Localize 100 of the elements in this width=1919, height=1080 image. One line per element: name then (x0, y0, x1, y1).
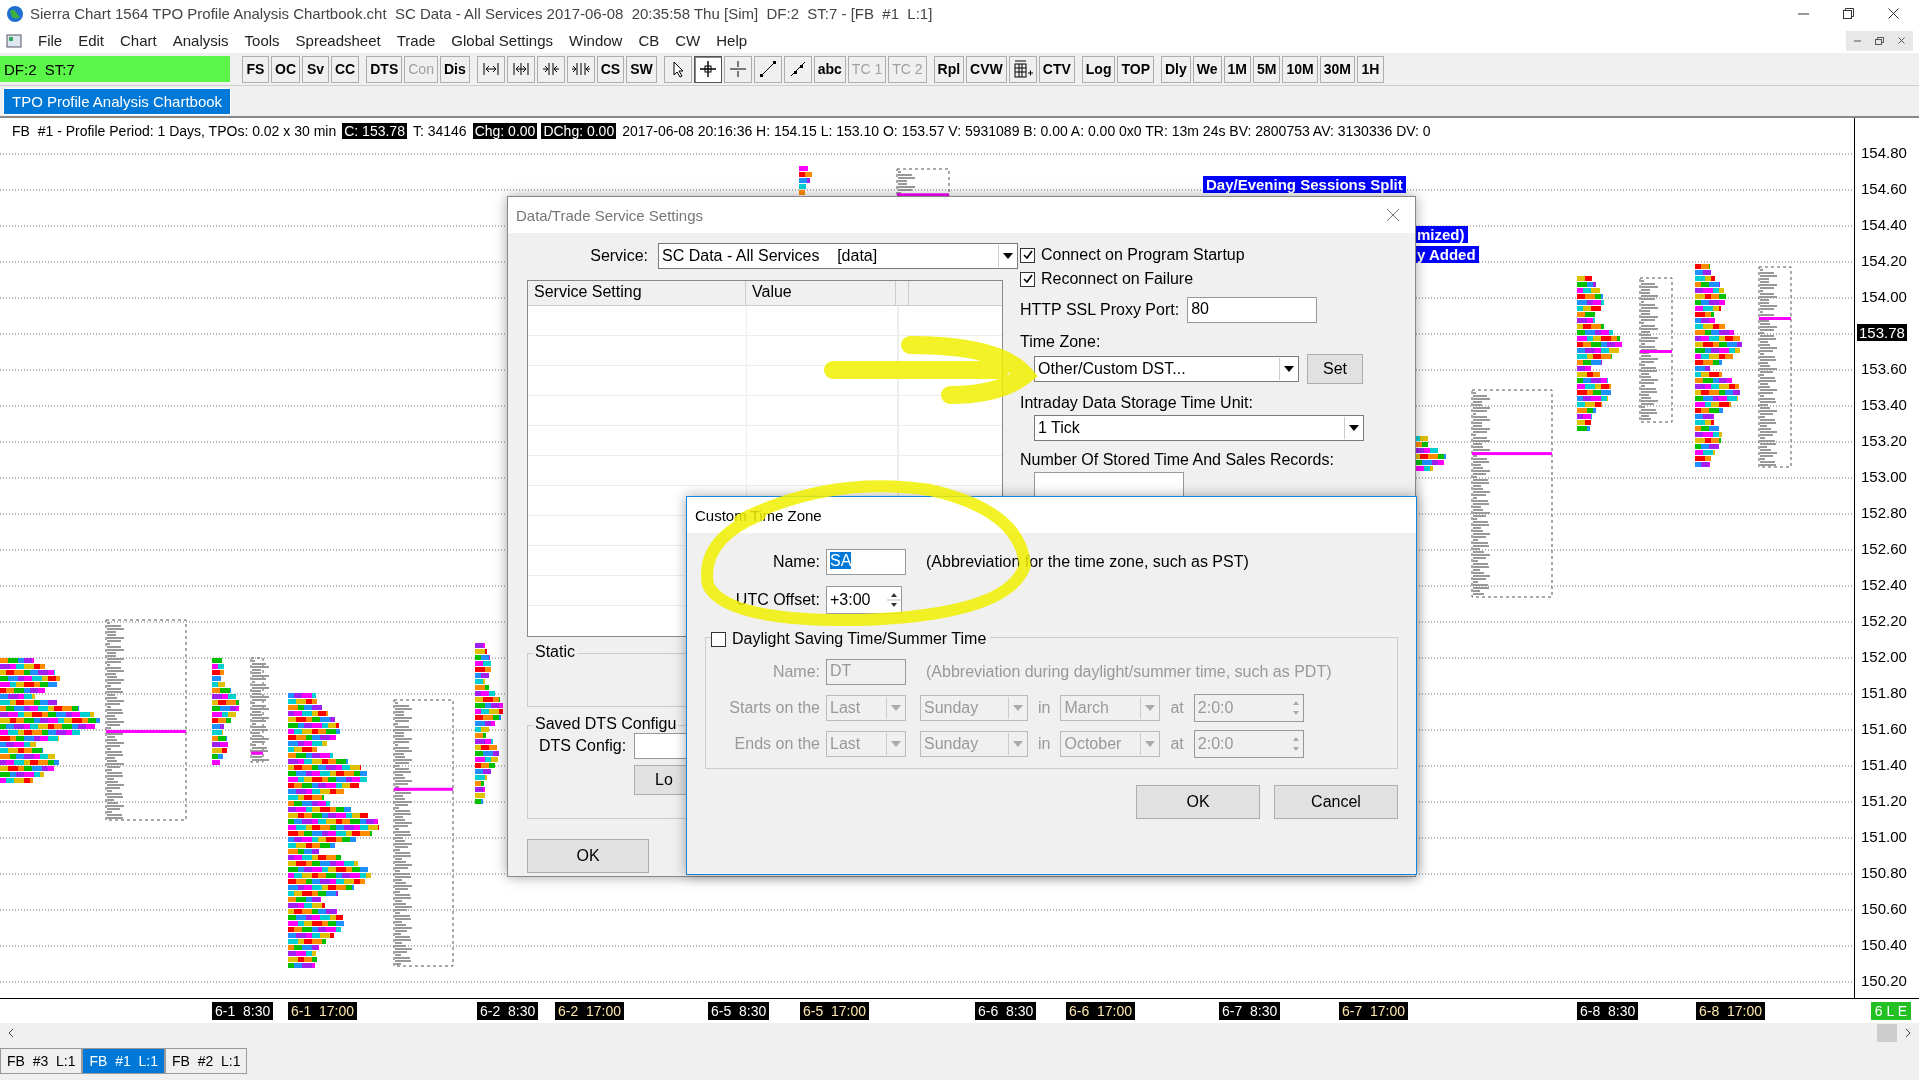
checkbox[interactable] (1020, 271, 1035, 287)
toolbar-button[interactable]: OC (271, 55, 300, 83)
ok-button[interactable]: OK (1136, 785, 1260, 819)
chart-tab[interactable]: FB #2 L:1 (164, 1048, 248, 1075)
hint-text: (Abbreviation during daylight/summer time, such as PDT) (926, 663, 1332, 681)
minimize-icon (1798, 12, 1809, 15)
checkbox-label: Connect on Program Startup (1041, 246, 1245, 264)
menu-item[interactable]: Edit (70, 32, 113, 50)
field-label: in (1037, 699, 1052, 717)
price-label: 152.00 (1860, 647, 1908, 665)
menu-item[interactable]: Trade (388, 32, 444, 50)
cancel-button[interactable]: Cancel (1274, 785, 1398, 819)
price-label: 153.40 (1860, 395, 1908, 413)
toolbar-button[interactable] (663, 55, 692, 83)
menu-item[interactable]: Help (708, 32, 756, 50)
column-header[interactable]: Service Setting (528, 281, 746, 305)
price-label: 151.60 (1860, 719, 1908, 737)
chart-tab[interactable]: FB #3 L:1 (0, 1048, 83, 1075)
input-field[interactable]: SA (826, 549, 906, 575)
toolbar-button[interactable]: 1H (1356, 55, 1384, 83)
toolbar-button[interactable] (1008, 55, 1037, 83)
toolbar-button[interactable]: Rpl (933, 55, 965, 83)
scroll-thumb[interactable] (1877, 1024, 1897, 1043)
toolbar-button[interactable] (693, 55, 722, 83)
price-label: 154.20 (1860, 251, 1908, 269)
minimize-icon (1854, 39, 1861, 42)
toolbar-button[interactable]: SW (626, 55, 657, 83)
document-icon (6, 32, 22, 49)
set-button[interactable]: Set (1307, 354, 1363, 384)
toolbar-button[interactable]: Sv (302, 55, 329, 83)
price-label: 150.20 (1860, 971, 1908, 989)
time-label: 6-5 8:30 (708, 1001, 770, 1020)
price-label: 152.80 (1860, 503, 1908, 521)
chartbook-tab[interactable]: TPO Profile Analysis Chartbook (3, 87, 232, 115)
ok-button[interactable]: OK (527, 839, 649, 873)
toolbar-button[interactable]: CTV (1038, 55, 1075, 83)
toolbar-button[interactable]: 30M (1319, 55, 1355, 83)
menu-item[interactable]: File (30, 32, 71, 50)
toolbar-button[interactable]: CVW (966, 55, 1007, 83)
caret-icon (1003, 253, 1013, 259)
info-text: T: 34146 (411, 122, 468, 139)
service-dropdown[interactable]: SC Data - All Services [data] (658, 243, 1018, 269)
caret-icon (891, 741, 901, 747)
status-badge: 6 L E (1870, 1001, 1911, 1020)
utc-offset-spinner[interactable]: +3:00 (826, 586, 902, 614)
menu-item[interactable]: Analysis (164, 32, 237, 50)
toolbar-button[interactable]: 1M (1223, 55, 1251, 83)
field-label: Ends on the (733, 735, 820, 753)
menu-item[interactable]: CW (667, 32, 709, 50)
time-zone-dropdown[interactable]: Other/Custom DST... (1034, 356, 1299, 382)
chart-tab[interactable]: FB #1 L:1 (82, 1048, 165, 1075)
toolbar-button[interactable]: Log (1081, 55, 1116, 83)
toolbar-button[interactable]: 10M (1282, 55, 1318, 83)
checkbox[interactable] (711, 631, 726, 647)
toolbar-button[interactable] (783, 55, 812, 83)
input-field[interactable] (1034, 472, 1184, 498)
menu-item[interactable]: Chart (112, 32, 165, 50)
price-label: 154.40 (1860, 215, 1908, 233)
info-text: DChg: 0.00 (541, 122, 617, 139)
menu-item[interactable]: Spreadsheet (287, 32, 389, 50)
toolbar-button[interactable]: We (1192, 55, 1222, 83)
toolbar-button[interactable]: FS (242, 55, 269, 83)
time-label: 6-2 17:00 (555, 1001, 625, 1020)
toolbar-button[interactable]: Dis (439, 55, 470, 83)
price-label: 154.80 (1860, 143, 1908, 161)
toolbar-button[interactable]: DTS (366, 55, 403, 83)
toolbar-button[interactable]: TOP (1117, 55, 1154, 83)
field-label: in (1037, 735, 1052, 753)
caret-icon (1013, 705, 1023, 711)
field-label: at (1169, 735, 1185, 753)
field-label: UTC Offset: (734, 591, 820, 609)
toolbar-button[interactable]: abc (813, 55, 846, 83)
menu-item[interactable]: Window (561, 32, 631, 50)
menu-item[interactable]: Tools (236, 32, 288, 50)
input-field[interactable]: 80 (1187, 297, 1318, 323)
storage-unit-dropdown[interactable]: 1 Tick (1034, 415, 1364, 441)
field-label: Name: (771, 663, 820, 681)
price-label: 153.20 (1860, 431, 1908, 449)
menu-item[interactable]: CB (630, 32, 668, 50)
toolbar-button[interactable] (753, 55, 782, 83)
status-indicator: DF:2 ST:7 (0, 56, 230, 83)
window-title: Sierra Chart 1564 TPO Profile Analysis Chartbook.cht SC Data - All Services 2017-06-08 20:35:58 Thu [Sim] DF:2 ST:7 - [FB #1 L:1] (30, 5, 934, 23)
cursor-line-icon (727, 59, 748, 80)
field-label: Number Of Stored Time And Sales Records: (1020, 451, 1335, 469)
toolbar-button[interactable]: 5M (1252, 55, 1281, 83)
info-text: 2017-06-08 20:16:36 H: 154.15 L: 153.10 O: 153.57 V: 5931089 B: 0.00 A: 0.00 0x0 TR: 13m 24s BV: 2800753 AV: 3130336 DV: 0 (621, 122, 1432, 139)
dialog-title: Data/Trade Service Settings (516, 206, 704, 224)
line-icon (757, 59, 778, 80)
toolbar-button[interactable]: Dly (1160, 55, 1191, 83)
checkbox-label: Daylight Saving Time/Summer Time (732, 630, 987, 648)
info-text: C: 153.78 (342, 122, 407, 139)
close-icon (1898, 37, 1905, 45)
price-label: 154.00 (1860, 287, 1908, 305)
toolbar-button[interactable]: CC (331, 55, 360, 83)
toolbar-button[interactable]: CS (596, 55, 625, 83)
time-label: 6-8 17:00 (1696, 1001, 1766, 1020)
column-header[interactable]: Value (746, 281, 896, 305)
field-label: HTTP SSL Proxy Port: (1020, 301, 1180, 319)
menu-item[interactable]: Global Settings (443, 32, 562, 50)
checkbox[interactable] (1020, 247, 1035, 263)
